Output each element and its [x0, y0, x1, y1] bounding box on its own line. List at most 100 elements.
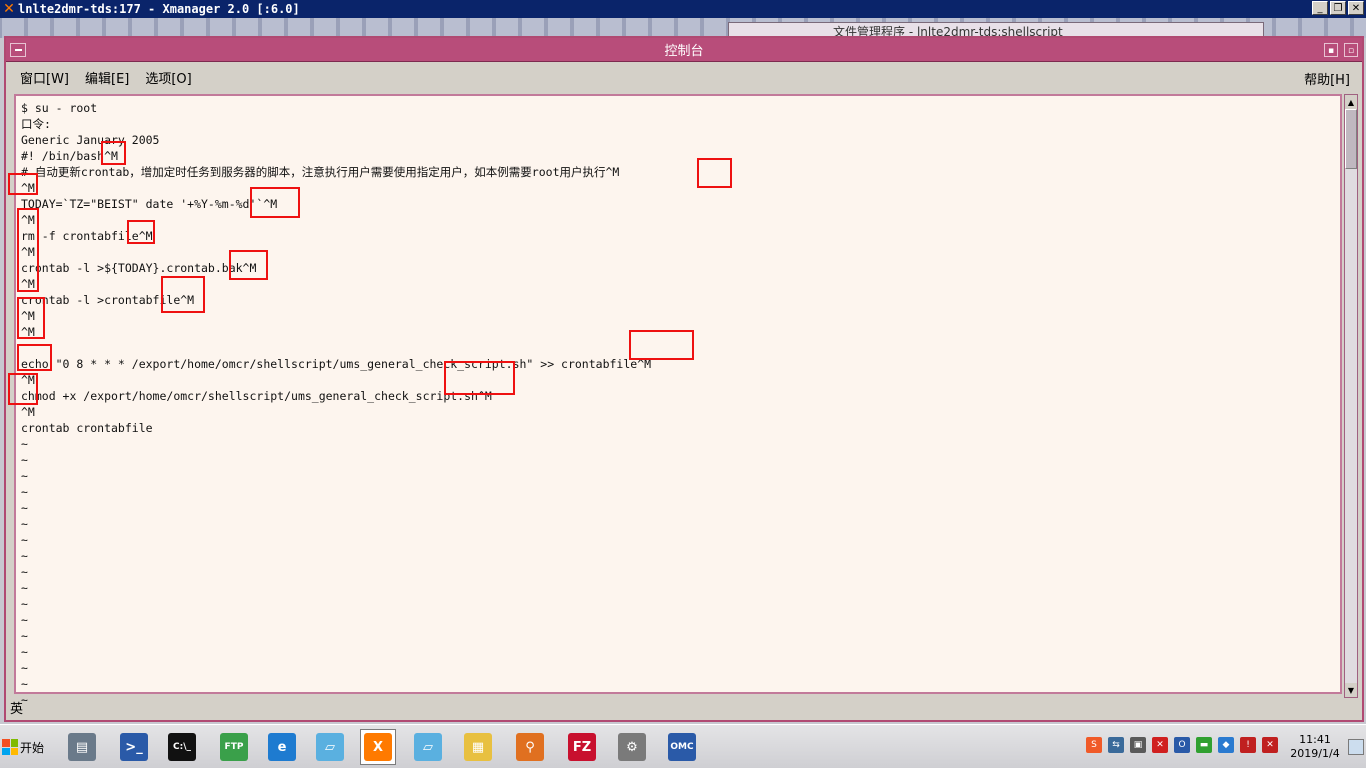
- console-titlebar[interactable]: 控制台 ▪ ▫: [6, 38, 1362, 62]
- tray-warning-icon[interactable]: !: [1240, 737, 1256, 753]
- highlight-box: [17, 208, 39, 292]
- console-window: 控制台 ▪ ▫ 窗口[W] 编辑[E] 选项[O] 帮助[H] $ su - r…: [4, 36, 1364, 722]
- xmanager-icon: X: [364, 733, 392, 761]
- notepad-icon: ▱: [316, 733, 344, 761]
- terminal-line: ^M: [21, 245, 35, 259]
- taskbar-button[interactable]: OMC: [664, 729, 700, 765]
- terminal-line: ^M: [21, 325, 35, 339]
- terminal-line: ~: [21, 469, 28, 483]
- terminal-line: ^M: [21, 181, 35, 195]
- menu-help[interactable]: 帮助[H]: [1304, 69, 1350, 88]
- menu-options[interactable]: 选项[O]: [145, 68, 191, 87]
- omc-tray-icon[interactable]: O: [1174, 737, 1190, 753]
- volume-muted-icon[interactable]: ✕: [1262, 737, 1278, 753]
- close-button[interactable]: ✕: [1348, 1, 1364, 15]
- restore-button[interactable]: ❐: [1330, 1, 1346, 15]
- terminal-line: ~: [21, 597, 28, 611]
- terminal-line: ^M: [21, 405, 35, 419]
- terminal-line: ~: [21, 565, 28, 579]
- clock[interactable]: 11:41 2019/1/4: [1288, 733, 1342, 761]
- xmanager-logo-icon: ✕: [3, 1, 15, 17]
- terminal-line: ^M: [21, 373, 35, 387]
- terminal-output[interactable]: $ su - root 口令: Generic January 2005 #! /bi…: [14, 94, 1342, 707]
- taskbar-button[interactable]: ⚲: [512, 729, 548, 765]
- highlight-box: [229, 250, 268, 280]
- taskbar-button[interactable]: e: [264, 729, 300, 765]
- powershell-icon: >_: [120, 733, 148, 761]
- scroll-thumb[interactable]: [1345, 109, 1357, 169]
- terminal-line: ~: [21, 629, 28, 643]
- ime-indicator[interactable]: 英: [10, 698, 23, 717]
- internet-explorer-icon: e: [268, 733, 296, 761]
- taskbar-button[interactable]: X: [360, 729, 396, 765]
- show-desktop-button[interactable]: [1348, 739, 1364, 755]
- xmanager-title: lnlte2dmr-tds:177 - Xmanager 2.0 [:6.0]: [18, 2, 300, 16]
- scroll-down-arrow-icon[interactable]: ▼: [1345, 683, 1357, 697]
- taskbar-button[interactable]: >_: [116, 729, 152, 765]
- terminal-line: ~: [21, 533, 28, 547]
- tray-close-icon[interactable]: ✕: [1152, 737, 1168, 753]
- window-controls: _ ❐ ✕: [1312, 1, 1364, 15]
- taskbar-button[interactable]: FTP: [216, 729, 252, 765]
- terminal-line: ~: [21, 677, 28, 691]
- xmanager-titlebar: ✕ lnlte2dmr-tds:177 - Xmanager 2.0 [:6.0…: [0, 0, 1366, 18]
- terminal-line: crontab -l >${TODAY}.crontab.bak^M: [21, 261, 257, 275]
- terminal-line: ^M: [21, 277, 35, 291]
- network-icon[interactable]: ⇆: [1108, 737, 1124, 753]
- file-explorer-icon: ▦: [464, 733, 492, 761]
- menu-window[interactable]: 窗口[W]: [20, 68, 69, 87]
- taskbar-button[interactable]: ⚙: [614, 729, 650, 765]
- tray-green-icon[interactable]: ▬: [1196, 737, 1212, 753]
- highlight-box: [629, 330, 694, 360]
- terminal-line: # 自动更新crontab，增加定时任务到服务器的脚本，注意执行用户需要使用指定…: [21, 165, 620, 179]
- server-manager-icon: ▤: [68, 733, 96, 761]
- terminal-line: crontab crontabfile: [21, 421, 153, 435]
- terminal-line: echo "0 8 * * * /export/home/omcr/shells…: [21, 357, 652, 371]
- highlight-box: [8, 173, 38, 195]
- terminal-line: ~: [21, 645, 28, 659]
- terminal-line: ~: [21, 517, 28, 531]
- scroll-up-arrow-icon[interactable]: ▲: [1345, 95, 1357, 109]
- terminal-line: TODAY=`TZ="BEIST" date '+%Y-%m-%d'`^M: [21, 197, 278, 211]
- taskbar-button[interactable]: ▦: [460, 729, 496, 765]
- vertical-scrollbar[interactable]: ▲ ▼: [1344, 94, 1358, 698]
- console-minimize-button[interactable]: ▪: [1324, 43, 1338, 57]
- start-button[interactable]: 开始: [2, 735, 50, 759]
- system-tray: S ⇆ ▣ ✕ O ▬ ◆! ✕: [1086, 737, 1278, 753]
- taskbar-button[interactable]: ▱: [410, 729, 446, 765]
- omc-icon: OMC: [668, 733, 696, 761]
- highlight-box: [250, 187, 300, 218]
- taskbar-button[interactable]: FZ: [564, 729, 600, 765]
- tray-blue-icon[interactable]: ◆: [1218, 737, 1234, 753]
- clock-date: 2019/1/4: [1290, 747, 1340, 760]
- system-menu-button[interactable]: [10, 43, 26, 57]
- minimize-button[interactable]: _: [1312, 1, 1328, 15]
- tray-app-icon[interactable]: ▣: [1130, 737, 1146, 753]
- taskbar-button[interactable]: ▤: [64, 729, 100, 765]
- terminal-line: 口令:: [21, 117, 51, 131]
- terminal-line: ~: [21, 613, 28, 627]
- cmd-icon: C:\_: [168, 733, 196, 761]
- terminal-line: rm -f crontabfile^M: [21, 229, 153, 243]
- highlight-box: [161, 276, 205, 313]
- highlight-box: [17, 344, 52, 371]
- taskbar-button[interactable]: C:\_: [164, 729, 200, 765]
- search-tool-icon: ⚲: [516, 733, 544, 761]
- terminal-line: ^M: [21, 309, 35, 323]
- taskbar: 开始 ▤ >_ C:\_ FTP e ▱ X ▱ ▦ ⚲ FZ ⚙ OMC S ⇆ ▣ ✕ O ▬ ◆! ✕ 11:4…: [0, 724, 1366, 768]
- highlight-box: [127, 220, 155, 244]
- clock-time: 11:41: [1299, 733, 1331, 746]
- terminal-line: ~: [21, 693, 28, 707]
- terminal-line: ~: [21, 661, 28, 675]
- network-tool-icon: ⚙: [618, 733, 646, 761]
- start-label: 开始: [20, 740, 45, 755]
- terminal-line: crontab -l >crontabfile^M: [21, 293, 195, 307]
- menu-edit[interactable]: 编辑[E]: [85, 68, 129, 87]
- filezilla-icon: FZ: [568, 733, 596, 761]
- terminal-line: $ su - root: [21, 101, 98, 115]
- taskbar-button[interactable]: ▱: [312, 729, 348, 765]
- console-maximize-button[interactable]: ▫: [1344, 43, 1358, 57]
- sogou-ime-icon[interactable]: S: [1086, 737, 1102, 753]
- notepad2-icon: ▱: [414, 733, 442, 761]
